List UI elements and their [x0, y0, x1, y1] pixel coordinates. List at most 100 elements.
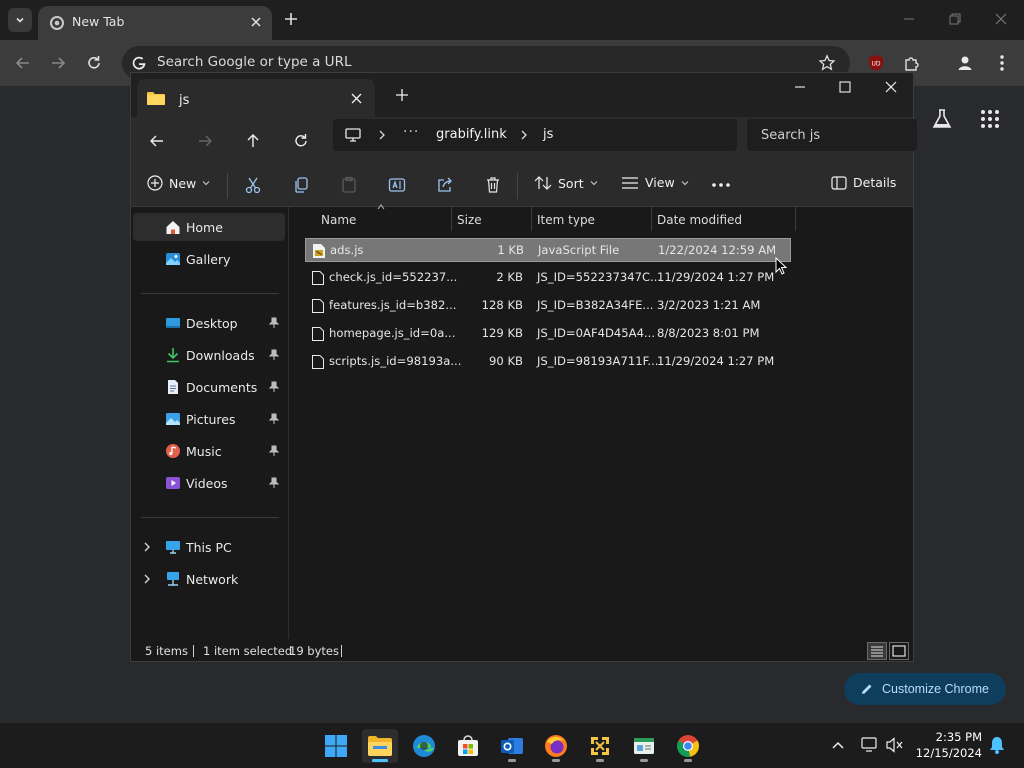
file-icon — [312, 271, 324, 285]
file-icon — [312, 355, 324, 369]
close-window-icon[interactable] — [884, 80, 898, 94]
sidebar-item-pictures[interactable]: Pictures — [133, 405, 285, 433]
taskbar-edge[interactable] — [406, 729, 442, 763]
pin-icon[interactable] — [269, 381, 279, 393]
column-divider[interactable] — [651, 207, 652, 231]
minimize-icon[interactable] — [793, 80, 807, 94]
notification-bell-icon[interactable] — [989, 736, 1005, 754]
column-header-type[interactable]: Item type — [537, 213, 595, 227]
share-icon[interactable] — [436, 176, 454, 194]
chevron-right-icon[interactable] — [143, 574, 151, 584]
breadcrumb-segment[interactable]: js — [543, 127, 553, 142]
copy-icon[interactable] — [292, 176, 310, 194]
customize-chrome-button[interactable]: Customize Chrome — [844, 673, 1006, 705]
address-bar[interactable]: ··· grabify.link js — [333, 119, 737, 151]
details-pane-button[interactable]: Details — [831, 175, 896, 190]
up-arrow-icon[interactable] — [245, 133, 261, 149]
delete-trash-icon[interactable] — [484, 176, 502, 194]
sort-button[interactable]: Sort — [534, 175, 598, 191]
explorer-tab-js[interactable]: js — [137, 79, 375, 117]
sidebar-item-home[interactable]: Home — [133, 213, 285, 241]
taskbar-file-explorer[interactable] — [362, 729, 398, 763]
taskbar-app-yellow[interactable] — [582, 729, 618, 763]
sidebar-item-downloads[interactable]: Downloads — [133, 341, 285, 369]
rename-icon[interactable] — [388, 176, 406, 194]
profile-avatar-icon[interactable] — [956, 54, 974, 72]
extensions-puzzle-icon[interactable] — [903, 54, 921, 72]
paste-icon[interactable] — [340, 176, 358, 194]
close-tab-icon[interactable] — [250, 16, 262, 28]
chevron-right-icon[interactable] — [520, 130, 528, 140]
taskbar-app-window[interactable] — [626, 729, 662, 763]
sidebar-item-documents[interactable]: Documents — [133, 373, 285, 401]
view-button[interactable]: View — [621, 175, 689, 190]
sidebar-item-desktop[interactable]: Desktop — [133, 309, 285, 337]
pin-icon[interactable] — [269, 445, 279, 457]
pin-icon[interactable] — [269, 477, 279, 489]
reload-icon[interactable] — [85, 54, 103, 72]
tab-search-button[interactable] — [8, 8, 32, 32]
cut-scissors-icon[interactable] — [244, 176, 262, 194]
labs-flask-icon[interactable] — [932, 108, 952, 130]
column-header-name[interactable]: Name — [321, 213, 356, 227]
sidebar-item-gallery[interactable]: Gallery — [133, 245, 285, 273]
pin-icon[interactable] — [269, 413, 279, 425]
taskbar-firefox[interactable] — [538, 729, 574, 763]
chevron-right-icon[interactable] — [143, 542, 151, 552]
details-view-button[interactable] — [867, 642, 887, 660]
google-apps-grid-icon[interactable] — [980, 109, 1000, 129]
minimize-icon[interactable] — [902, 12, 916, 26]
tiles-view-button[interactable] — [889, 642, 909, 660]
forward-arrow-icon[interactable] — [49, 54, 67, 72]
network-status-icon[interactable] — [861, 737, 879, 753]
new-button[interactable]: New — [147, 175, 210, 191]
chrome-tab-new-tab[interactable]: New Tab — [38, 6, 272, 40]
column-header-size[interactable]: Size — [457, 213, 482, 227]
taskbar-outlook[interactable] — [494, 729, 530, 763]
volume-muted-icon[interactable] — [886, 737, 904, 753]
chevron-right-icon[interactable] — [378, 130, 386, 140]
new-tab-plus-icon[interactable] — [283, 11, 299, 27]
monitor-icon[interactable] — [345, 128, 361, 142]
pin-icon[interactable] — [269, 317, 279, 329]
column-header-date[interactable]: Date modified — [657, 213, 742, 227]
chevron-up-icon[interactable] — [831, 740, 845, 750]
file-row[interactable]: scripts.js_id=98193a... 90 KB JS_ID=9819… — [305, 350, 791, 374]
bookmark-star-icon[interactable] — [818, 54, 836, 72]
forward-arrow-icon[interactable] — [197, 133, 213, 149]
close-window-icon[interactable] — [994, 12, 1008, 26]
chrome-menu-kebab-icon[interactable] — [996, 54, 1008, 72]
back-arrow-icon[interactable] — [149, 133, 165, 149]
sidebar-item-music[interactable]: Music — [133, 437, 285, 465]
maximize-icon[interactable] — [838, 80, 852, 94]
system-clock[interactable]: 2:35 PM 12/15/2024 — [910, 729, 982, 761]
file-row[interactable]: ads.js 1 KB JavaScript File 1/22/2024 12… — [305, 238, 791, 262]
file-row[interactable]: features.js_id=b382... 128 KB JS_ID=B382… — [305, 294, 791, 318]
sidebar-item-this-pc[interactable]: This PC — [133, 533, 285, 561]
pin-icon[interactable] — [269, 349, 279, 361]
search-box[interactable] — [747, 119, 917, 151]
breadcrumb-segment[interactable]: grabify.link — [436, 127, 507, 142]
file-icon — [312, 299, 324, 313]
taskbar-store[interactable] — [450, 729, 486, 763]
start-button[interactable] — [318, 729, 354, 763]
column-divider[interactable] — [795, 207, 796, 231]
file-row[interactable]: homepage.js_id=0a... 129 KB JS_ID=0AF4D4… — [305, 322, 791, 346]
close-tab-icon[interactable] — [351, 93, 362, 104]
column-divider[interactable] — [531, 207, 532, 231]
restore-icon[interactable] — [948, 12, 962, 26]
taskbar-chrome[interactable] — [670, 729, 706, 763]
more-options-ellipsis-icon[interactable] — [711, 182, 731, 188]
breadcrumb-overflow-icon[interactable]: ··· — [403, 124, 419, 140]
search-input[interactable] — [761, 125, 911, 145]
ublock-icon[interactable]: UD — [868, 54, 884, 72]
sidebar-item-videos[interactable]: Videos — [133, 469, 285, 497]
back-arrow-icon[interactable] — [14, 54, 32, 72]
new-tab-plus-icon[interactable] — [395, 88, 409, 102]
refresh-icon[interactable] — [293, 133, 309, 149]
file-row[interactable]: check.js_id=552237... 2 KB JS_ID=5522373… — [305, 266, 791, 290]
sidebar-item-network[interactable]: Network — [133, 565, 285, 593]
details-pane-icon — [831, 175, 847, 190]
explorer-tab-title: js — [179, 93, 190, 108]
column-divider[interactable] — [451, 207, 452, 231]
